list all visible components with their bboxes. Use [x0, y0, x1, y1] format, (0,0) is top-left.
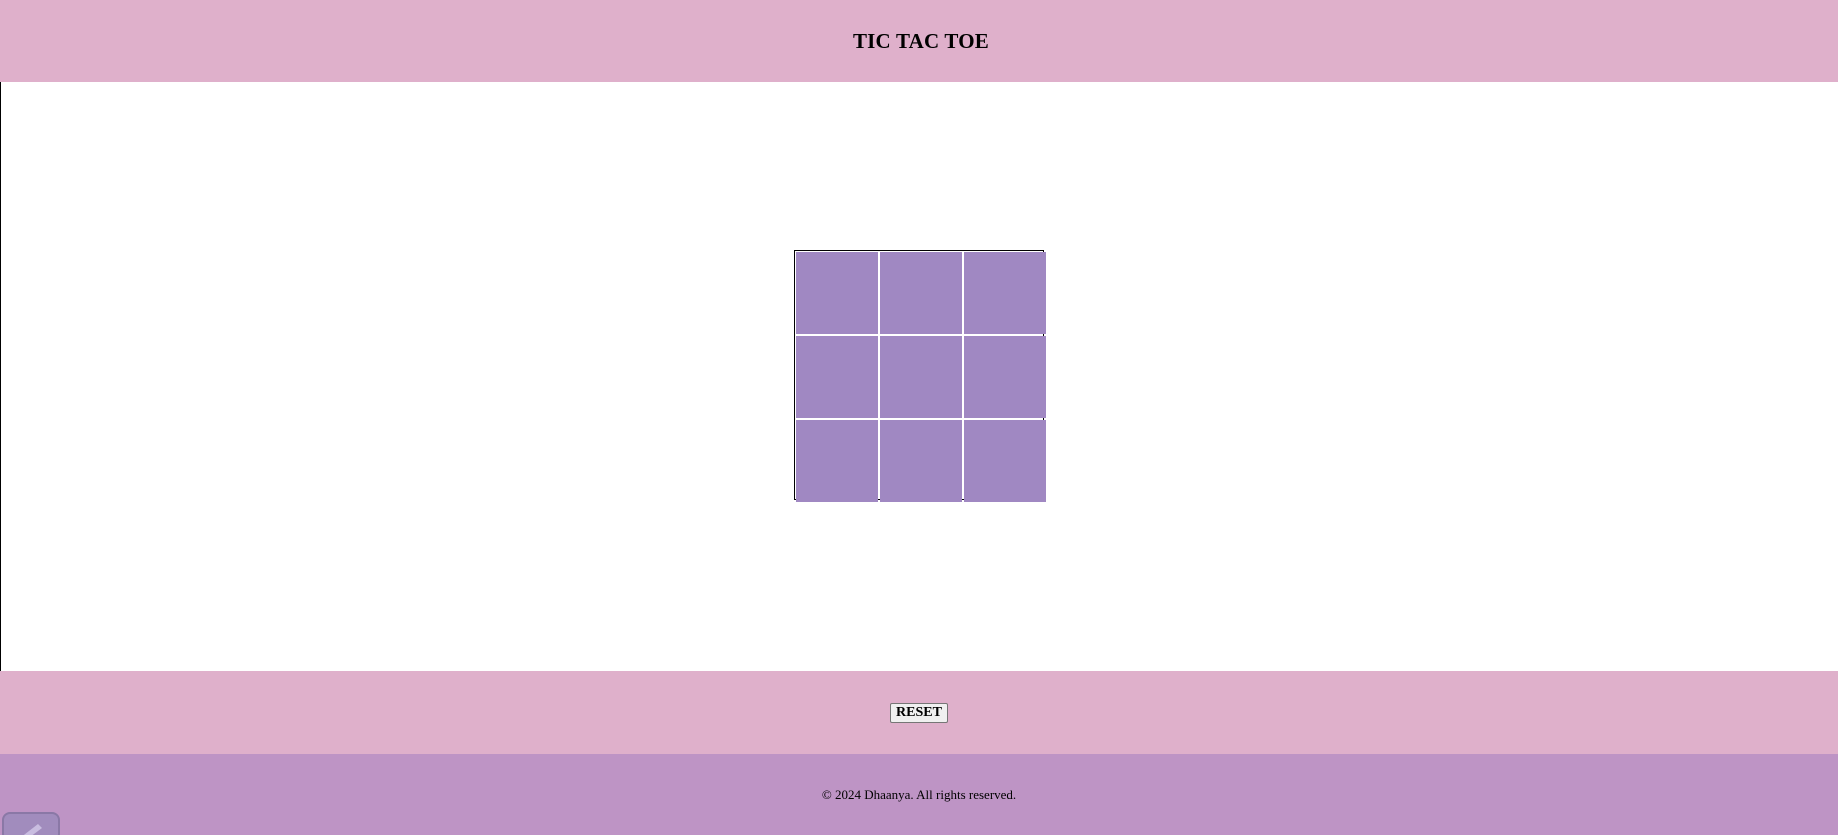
game-board: [794, 250, 1046, 502]
board-cell-7[interactable]: [796, 420, 878, 502]
edit-icon: [23, 824, 42, 835]
footer: © 2024 Dhaanya. All rights reserved.: [0, 754, 1838, 835]
page: TIC TAC TOE RESET © 2024 Dhaanya. All ri…: [0, 0, 1842, 835]
reset-button[interactable]: RESET: [890, 702, 948, 723]
right-margin: [1838, 0, 1842, 835]
board-cell-3[interactable]: [964, 252, 1046, 334]
corner-widget[interactable]: [2, 812, 60, 835]
reset-bar: RESET: [0, 671, 1838, 754]
header: TIC TAC TOE: [0, 0, 1842, 82]
board-cell-4[interactable]: [796, 336, 878, 418]
board-cell-5[interactable]: [880, 336, 962, 418]
board-cell-6[interactable]: [964, 336, 1046, 418]
board-cell-2[interactable]: [880, 252, 962, 334]
page-title: TIC TAC TOE: [852, 28, 990, 53]
board-cell-8[interactable]: [880, 420, 962, 502]
board-cell-9[interactable]: [964, 420, 1046, 502]
copyright-text: © 2024 Dhaanya. All rights reserved.: [821, 786, 1017, 802]
board-cell-1[interactable]: [796, 252, 878, 334]
